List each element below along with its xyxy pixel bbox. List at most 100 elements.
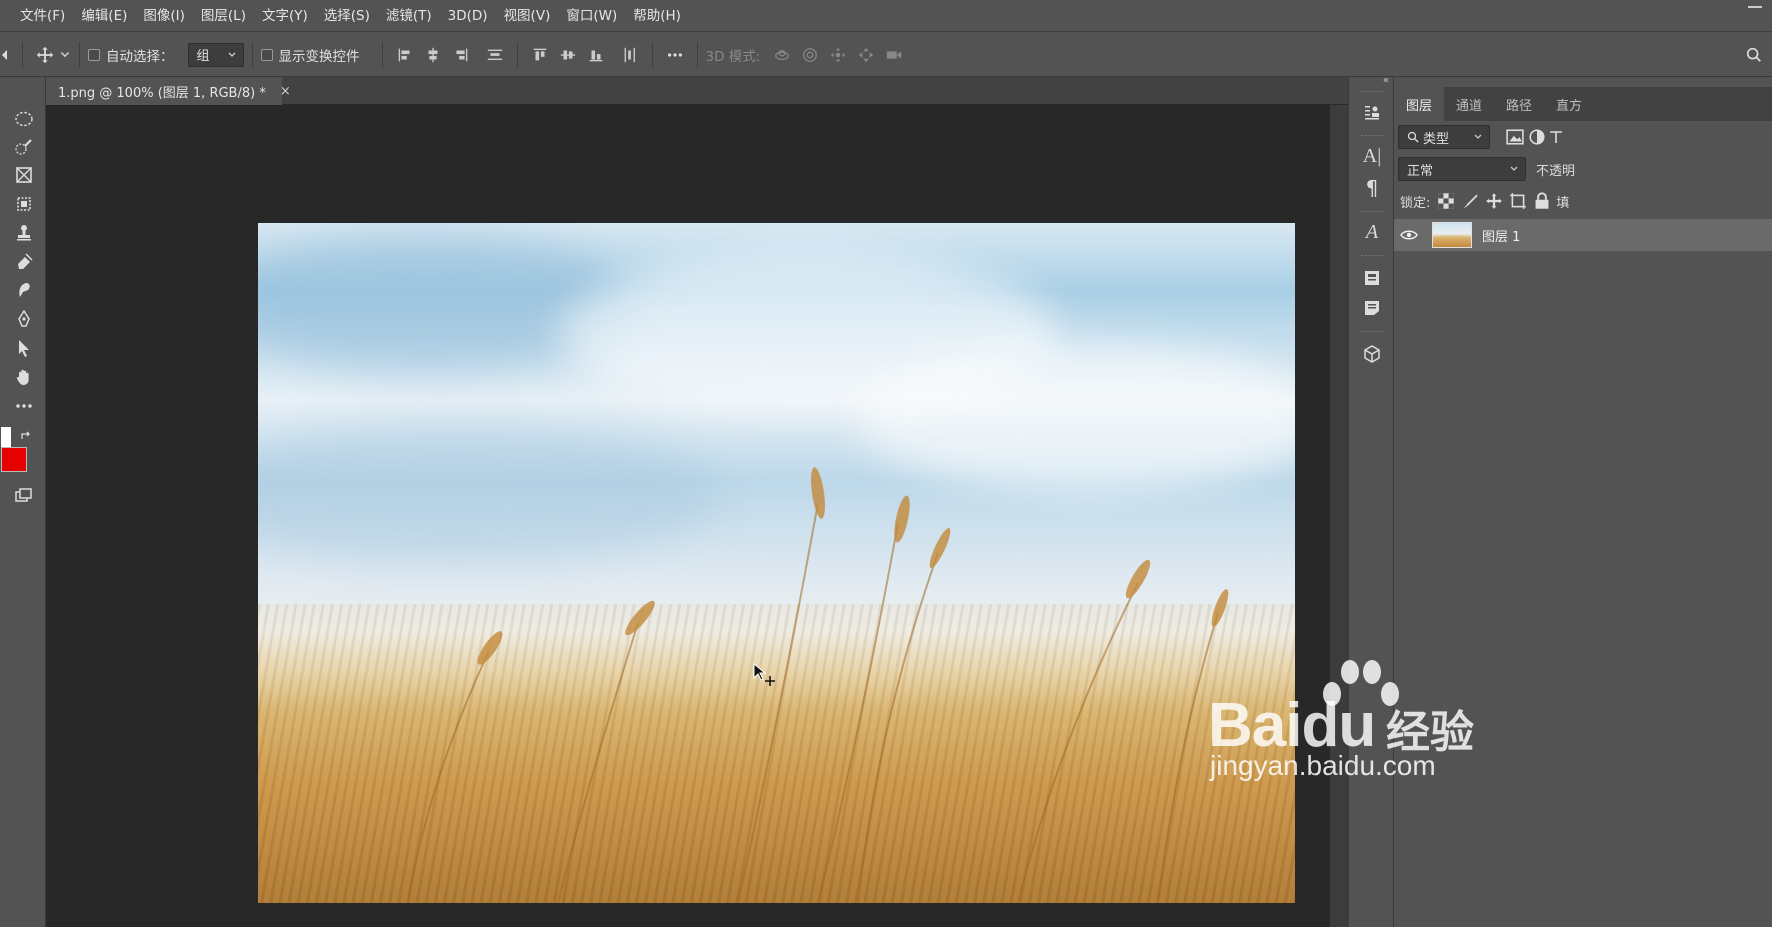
close-tab-icon[interactable]: ×	[280, 84, 291, 99]
vertical-scrollbar[interactable]	[1330, 105, 1348, 927]
distribute-horizontal-icon[interactable]	[616, 41, 644, 69]
chevron-down-icon[interactable]	[59, 41, 71, 69]
3d-panel-icon[interactable]	[1359, 341, 1385, 367]
eye-icon[interactable]	[1394, 221, 1424, 249]
layer-filter-dropdown[interactable]: 类型	[1398, 125, 1490, 149]
more-tools-icon[interactable]	[12, 394, 36, 418]
notes-panel-icon[interactable]	[1359, 295, 1385, 321]
fill-label: 填	[1556, 195, 1570, 211]
layer-filter-value: 类型	[1423, 131, 1450, 147]
document-tab-title: 1.png @ 100% (图层 1, RGB/8) *	[58, 85, 266, 101]
lock-label: 锁定:	[1400, 195, 1431, 211]
auto-select-dropdown[interactable]: 组	[187, 42, 244, 67]
menu-layer[interactable]: 图层(L)	[193, 0, 254, 32]
dock-grip	[1361, 331, 1383, 333]
3d-orbit-icon[interactable]	[768, 41, 796, 69]
lock-image-icon[interactable]	[1458, 187, 1482, 215]
menu-file[interactable]: 文件(F)	[12, 0, 73, 32]
lock-artboard-icon[interactable]	[1506, 187, 1530, 215]
options-bar: 自动选择： 组 显示变换控件 3D 模式:	[0, 33, 1772, 77]
tab-histogram[interactable]: 直方	[1544, 87, 1594, 121]
wheat-stalks	[407, 467, 1229, 903]
distribute-vertical-icon[interactable]	[481, 41, 509, 69]
home-icon[interactable]	[0, 41, 14, 69]
document-tab[interactable]: 1.png @ 100% (图层 1, RGB/8) * ×	[46, 77, 291, 105]
filter-type-icon[interactable]	[1548, 123, 1564, 151]
3d-slide-icon[interactable]	[852, 41, 880, 69]
align-bottom-icon[interactable]	[582, 41, 610, 69]
divider	[516, 41, 518, 68]
quick-selection-icon[interactable]	[12, 135, 36, 159]
more-options-icon[interactable]	[661, 41, 689, 69]
tab-paths[interactable]: 路径	[1494, 87, 1544, 121]
layer-filter-row: 类型	[1394, 125, 1772, 149]
screen-mode-icon[interactable]	[12, 484, 36, 508]
menu-view[interactable]: 视图(V)	[496, 0, 559, 32]
panel-tabs: 图层 通道 路径 直方	[1394, 87, 1772, 121]
menu-bar: 文件(F) 编辑(E) 图像(I) 图层(L) 文字(Y) 选择(S) 滤镜(T…	[0, 0, 1772, 32]
menu-edit[interactable]: 编辑(E)	[73, 0, 135, 32]
blend-mode-value: 正常	[1407, 163, 1434, 179]
auto-select-value: 组	[196, 49, 210, 64]
smudge-icon[interactable]	[12, 278, 36, 302]
divider	[22, 41, 23, 68]
properties-panel-icon[interactable]	[1359, 99, 1385, 125]
3d-pan-icon[interactable]	[824, 41, 852, 69]
move-cursor-icon	[753, 662, 775, 686]
dock-grip	[1361, 255, 1383, 257]
menu-type[interactable]: 文字(Y)	[254, 0, 316, 32]
clone-stamp-icon[interactable]	[12, 221, 36, 245]
background-color-swatch[interactable]	[1, 447, 27, 472]
menu-filter[interactable]: 滤镜(T)	[378, 0, 440, 32]
menu-select[interactable]: 选择(S)	[316, 0, 378, 32]
lock-all-icon[interactable]	[1530, 187, 1554, 215]
swap-colors-icon[interactable]	[20, 430, 34, 442]
eraser-icon[interactable]	[12, 249, 36, 273]
align-hcenter-icon[interactable]	[419, 41, 447, 69]
auto-select-checkbox[interactable]	[88, 48, 100, 61]
menu-3d[interactable]: 3D(D)	[440, 0, 496, 32]
layer-name: 图层 1	[1482, 229, 1521, 245]
minimize-icon[interactable]	[1748, 6, 1762, 8]
path-selection-icon[interactable]	[12, 336, 36, 360]
wheat-field-image[interactable]	[258, 223, 1295, 903]
frame-tool-icon[interactable]	[12, 163, 36, 187]
move-tool-icon[interactable]	[31, 41, 59, 69]
3d-camera-icon[interactable]	[880, 41, 908, 69]
paragraph-panel-icon[interactable]: ¶	[1359, 175, 1385, 201]
align-top-icon[interactable]	[526, 41, 554, 69]
tools-panel	[0, 77, 46, 927]
character-panel-icon[interactable]: A|	[1359, 143, 1385, 169]
pen-tool-icon[interactable]	[12, 307, 36, 331]
glyphs-panel-icon[interactable]: A	[1359, 219, 1385, 245]
3d-roll-icon[interactable]	[796, 41, 824, 69]
elliptical-marquee-icon[interactable]	[12, 107, 36, 131]
lock-position-icon[interactable]	[1482, 187, 1506, 215]
align-right-icon[interactable]	[447, 41, 475, 69]
align-vcenter-icon[interactable]	[554, 41, 582, 69]
align-left-icon[interactable]	[391, 41, 419, 69]
filter-adjustment-icon[interactable]	[1526, 123, 1548, 151]
panel-dock: « A| ¶ A	[1348, 75, 1394, 927]
crop-icon[interactable]	[12, 192, 36, 216]
tab-layers[interactable]: 图层	[1394, 87, 1445, 121]
blend-row: 正常 不透明	[1394, 157, 1772, 181]
divider	[651, 41, 653, 68]
menu-image[interactable]: 图像(I)	[135, 0, 193, 32]
menu-help[interactable]: 帮助(H)	[625, 0, 689, 32]
filter-pixel-icon[interactable]	[1504, 123, 1526, 151]
tab-channels[interactable]: 通道	[1444, 87, 1494, 121]
search-icon[interactable]	[1740, 41, 1768, 69]
chevron-down-icon	[228, 52, 235, 57]
show-transform-checkbox[interactable]	[260, 48, 273, 61]
collapse-dock-icon[interactable]: «	[1383, 75, 1389, 86]
lock-transparent-icon[interactable]	[1434, 187, 1458, 215]
dock-grip	[1361, 211, 1383, 213]
hand-tool-icon[interactable]	[12, 365, 36, 389]
blend-mode-dropdown[interactable]: 正常	[1398, 157, 1526, 181]
menu-window[interactable]: 窗口(W)	[558, 0, 625, 32]
libraries-panel-icon[interactable]	[1359, 265, 1385, 291]
canvas-area[interactable]	[46, 105, 1330, 927]
divider	[79, 41, 80, 68]
layer-row[interactable]: 图层 1	[1394, 219, 1772, 251]
